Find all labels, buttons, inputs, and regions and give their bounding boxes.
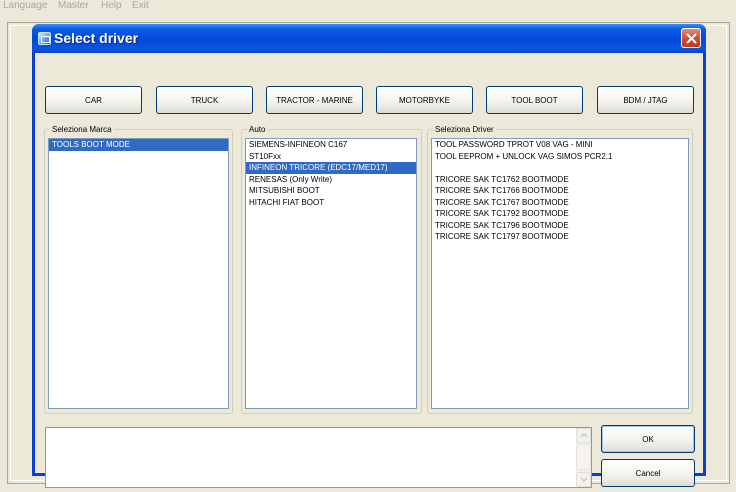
dialog-titlebar[interactable]: Select driver (32, 24, 706, 53)
driver-group: Seleziona Driver TOOL PASSWORD TPROT V08… (427, 125, 693, 414)
driver-list-item[interactable] (432, 162, 688, 174)
menu-master[interactable]: Master (58, 0, 89, 12)
scroll-thumb[interactable] (576, 444, 591, 470)
category-button-car[interactable]: CAR (45, 86, 142, 114)
menu-exit[interactable]: Exit (132, 0, 149, 12)
driver-list-item[interactable]: TRICORE SAK TC1796 BOOTMODE (432, 220, 688, 232)
cancel-button[interactable]: Cancel (601, 459, 695, 487)
auto-list-item[interactable]: ST10Fxx (246, 151, 416, 163)
window-app-icon (38, 32, 51, 45)
select-driver-dialog: Select driver CAR TRUCK TRACTOR - MARINE… (32, 24, 706, 488)
scroll-down-button[interactable] (576, 472, 591, 487)
close-button[interactable] (681, 28, 701, 48)
auto-group: Auto SIEMENS-INFINEON C167 ST10Fxx INFIN… (241, 125, 422, 414)
auto-list-item[interactable]: HITACHI FIAT BOOT (246, 197, 416, 209)
menu-help[interactable]: Help (101, 0, 122, 12)
menu-language[interactable]: Language (3, 0, 48, 12)
category-button-tractor-marine[interactable]: TRACTOR - MARINE (266, 86, 363, 114)
auto-list-item[interactable]: MITSUBISHI BOOT (246, 185, 416, 197)
ok-button[interactable]: OK (601, 425, 695, 453)
scroll-up-button[interactable] (576, 428, 591, 443)
driver-group-label: Seleziona Driver (433, 125, 496, 135)
auto-list-item[interactable]: RENESAS (Only Write) (246, 174, 416, 186)
category-button-truck[interactable]: TRUCK (156, 86, 253, 114)
marca-group: Seleziona Marca TOOLS BOOT MODE (44, 125, 233, 414)
auto-listbox[interactable]: SIEMENS-INFINEON C167 ST10Fxx INFINEON T… (245, 138, 417, 409)
driver-listbox[interactable]: TOOL PASSWORD TPROT V08 VAG - MINI TOOL … (431, 138, 689, 409)
auto-group-label: Auto (247, 125, 268, 135)
auto-list-item-selected[interactable]: INFINEON TRICORE (EDC17/MED17) (246, 162, 416, 174)
app-menubar: Language Master Help Exit (0, 0, 736, 14)
dialog-title: Select driver (54, 30, 139, 46)
chevron-up-icon (580, 433, 588, 438)
driver-list-item[interactable]: TOOL EEPROM + UNLOCK VAG SIMOS PCR2.1 (432, 151, 688, 163)
driver-list-item[interactable]: TRICORE SAK TC1767 BOOTMODE (432, 197, 688, 209)
driver-list-item[interactable]: TRICORE SAK TC1766 BOOTMODE (432, 185, 688, 197)
auto-list-item[interactable]: SIEMENS-INFINEON C167 (246, 139, 416, 151)
notes-scrollbar[interactable] (576, 428, 591, 487)
category-button-bdm-jtag[interactable]: BDM / JTAG (597, 86, 694, 114)
marca-group-label: Seleziona Marca (50, 125, 114, 135)
marca-listbox[interactable]: TOOLS BOOT MODE (48, 138, 229, 409)
marca-list-item[interactable]: TOOLS BOOT MODE (49, 139, 228, 151)
dialog-client-area: CAR TRUCK TRACTOR - MARINE MOTORBYKE TOO… (35, 53, 703, 488)
driver-list-item[interactable]: TRICORE SAK TC1792 BOOTMODE (432, 208, 688, 220)
close-icon (686, 33, 697, 44)
category-button-tool-boot[interactable]: TOOL BOOT (486, 86, 583, 114)
driver-list-item[interactable]: TRICORE SAK TC1762 BOOTMODE (432, 174, 688, 186)
category-button-motorbyke[interactable]: MOTORBYKE (376, 86, 473, 114)
notes-textarea[interactable] (45, 427, 592, 488)
chevron-down-icon (580, 477, 588, 482)
driver-list-item[interactable]: TOOL PASSWORD TPROT V08 VAG - MINI (432, 139, 688, 151)
driver-list-item[interactable]: TRICORE SAK TC1797 BOOTMODE (432, 231, 688, 243)
